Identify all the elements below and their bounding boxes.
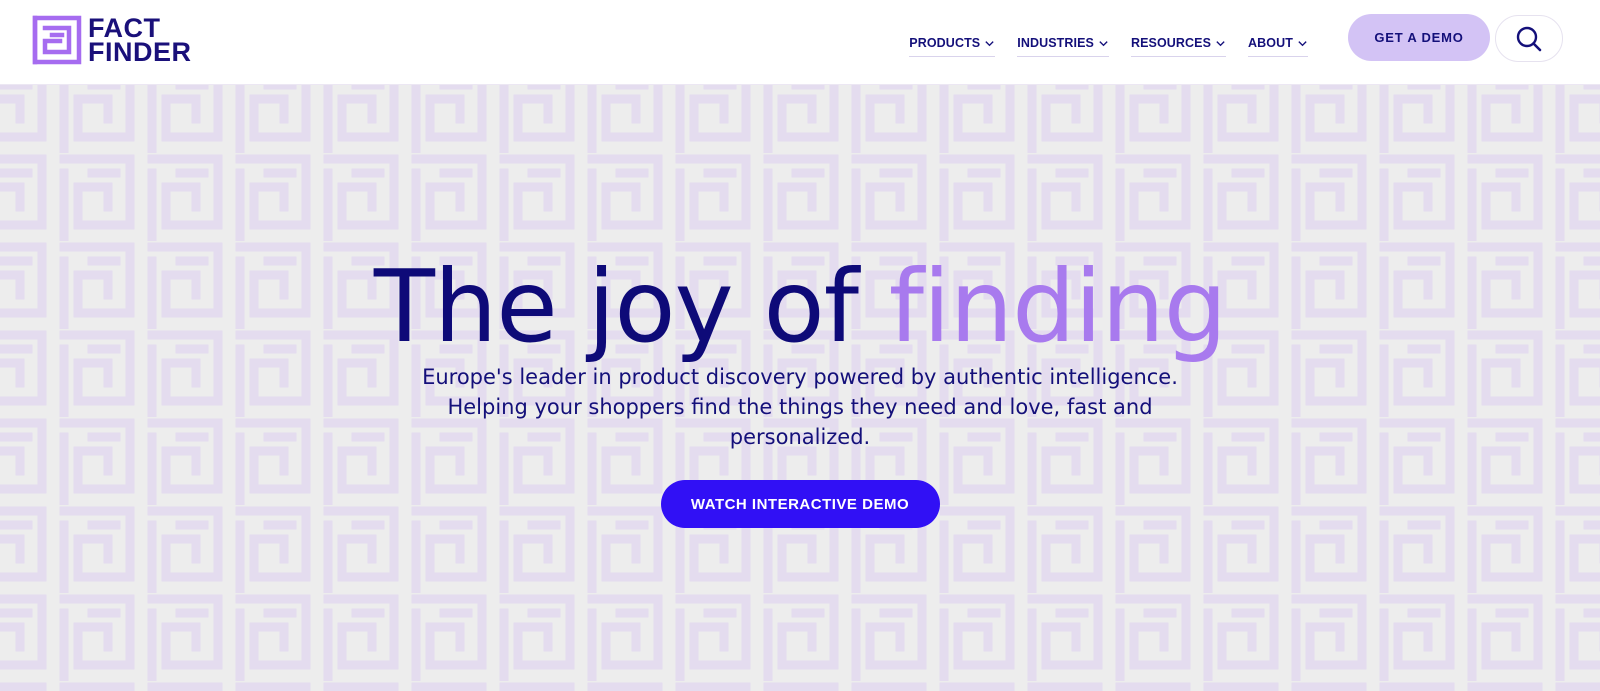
watch-interactive-demo-button[interactable]: WATCH INTERACTIVE DEMO [660, 480, 940, 528]
headline-main: The joy of [373, 248, 859, 365]
nav-item-label: INDUSTRIES [1017, 36, 1094, 50]
logo-link[interactable]: FACT FINDER [32, 14, 192, 66]
main-nav: PRODUCTS INDUSTRIES RESOURCES ABOUT [909, 0, 1308, 85]
site-header: FACT FINDER PRODUCTS INDUSTRIES RESOURCE… [0, 0, 1600, 85]
hero-subtext: Europe's leader in product discovery pow… [422, 365, 1178, 449]
chevron-down-icon [1298, 40, 1307, 46]
maze-logo-icon [32, 15, 82, 65]
nav-item-industries[interactable]: INDUSTRIES [1017, 36, 1109, 57]
chevron-down-icon [1099, 40, 1108, 46]
search-icon [1516, 26, 1542, 51]
get-a-demo-button[interactable]: GET A DEMO [1348, 14, 1490, 61]
logo-word-line2: FINDER [88, 37, 192, 67]
nav-item-label: PRODUCTS [909, 36, 981, 50]
nav-item-products[interactable]: PRODUCTS [909, 36, 996, 57]
hero-headline: The joy of finding [374, 252, 1227, 362]
headline-accent: finding [888, 248, 1227, 365]
hero-content: The joy of finding Europe's leader in pr… [0, 85, 1600, 691]
nav-item-label: ABOUT [1248, 36, 1293, 50]
nav-item-about[interactable]: ABOUT [1248, 36, 1308, 57]
logo-wordmark: FACT FINDER [88, 15, 192, 67]
hero-section: The joy of finding Europe's leader in pr… [0, 85, 1600, 691]
search-button[interactable] [1495, 15, 1563, 62]
nav-item-resources[interactable]: RESOURCES [1130, 36, 1227, 57]
chevron-down-icon [985, 40, 994, 46]
chevron-down-icon [1216, 40, 1225, 46]
nav-item-label: RESOURCES [1130, 36, 1212, 50]
